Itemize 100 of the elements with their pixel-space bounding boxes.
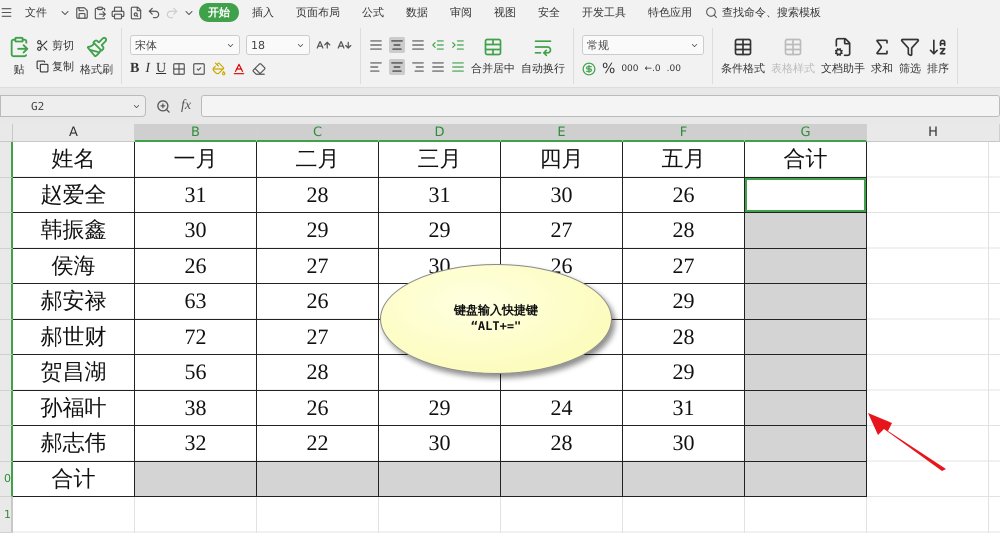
table-cell[interactable]: 26 xyxy=(623,178,745,213)
number-format-button[interactable]: % xyxy=(602,61,616,77)
table-cell[interactable]: 郝安禄 xyxy=(13,284,135,320)
table-cell[interactable] xyxy=(745,355,867,390)
table-cell[interactable]: 合计 xyxy=(745,142,867,178)
table-cell[interactable] xyxy=(745,462,867,497)
row-header[interactable] xyxy=(0,390,13,426)
table-cell[interactable] xyxy=(623,462,745,497)
table-cell[interactable]: 五月 xyxy=(623,142,745,178)
table-cell[interactable] xyxy=(745,284,867,320)
table-cell[interactable]: 孙福叶 xyxy=(13,390,135,426)
column-header[interactable]: A xyxy=(13,124,135,142)
column-header[interactable]: H xyxy=(867,124,1000,142)
table-cell[interactable]: 30 xyxy=(135,213,257,248)
paste-icon[interactable] xyxy=(93,6,107,20)
fill-color-icon[interactable] xyxy=(212,62,226,76)
table-cell[interactable]: 28 xyxy=(257,355,379,390)
bold-button[interactable]: B xyxy=(130,61,140,77)
ribbon-tab[interactable]: 开发工具 xyxy=(573,3,635,22)
print-icon[interactable] xyxy=(111,6,125,20)
table-cell[interactable]: 侯海 xyxy=(13,248,135,284)
table-cell[interactable] xyxy=(135,462,257,497)
ribbon-tab[interactable]: 页面布局 xyxy=(287,3,349,22)
table-cell[interactable] xyxy=(745,213,867,248)
number-format-button[interactable]: 000 xyxy=(621,64,638,74)
justify-icon[interactable] xyxy=(431,60,445,74)
indent-decrease-icon[interactable] xyxy=(431,38,445,52)
table-cell[interactable]: 26 xyxy=(257,390,379,426)
table-cell[interactable]: 姓名 xyxy=(13,142,135,178)
row-header[interactable] xyxy=(0,355,13,390)
table-cell[interactable] xyxy=(745,426,867,462)
table-cell[interactable]: 72 xyxy=(135,320,257,355)
ribbon-tab[interactable]: 插入 xyxy=(243,3,283,22)
table-cell[interactable]: 二月 xyxy=(257,142,379,178)
function-button[interactable]: fx xyxy=(181,98,192,114)
zoom-icon[interactable] xyxy=(156,98,171,114)
align-right-icon[interactable] xyxy=(411,60,425,74)
table-cell[interactable]: 24 xyxy=(501,390,623,426)
cut-button[interactable]: 剪切 xyxy=(36,38,74,53)
distribute-icon[interactable] xyxy=(451,60,465,74)
format-painter-button[interactable]: 格式刷 xyxy=(80,36,113,76)
table-cell[interactable]: 29 xyxy=(257,213,379,248)
table-cell[interactable] xyxy=(501,462,623,497)
number-format-button[interactable]: .00 xyxy=(666,64,681,74)
table-cell[interactable] xyxy=(257,462,379,497)
ribbon-tab[interactable]: 视图 xyxy=(485,3,525,22)
table-cell[interactable]: 29 xyxy=(379,213,501,248)
sum-button[interactable]: 求和 xyxy=(871,36,893,76)
table-cell[interactable]: 29 xyxy=(379,390,501,426)
table-cell[interactable]: 28 xyxy=(257,178,379,213)
table-cell[interactable]: 27 xyxy=(257,320,379,355)
table-cell[interactable]: 27 xyxy=(257,248,379,284)
table-cell[interactable]: 郝志伟 xyxy=(13,426,135,462)
file-menu[interactable]: 文件 xyxy=(17,5,55,20)
table-cell[interactable]: 韩振鑫 xyxy=(13,213,135,248)
merge-center-button[interactable]: 合并居中 xyxy=(471,36,515,76)
table-cell[interactable]: 30 xyxy=(501,178,623,213)
table-cell[interactable] xyxy=(745,320,867,355)
table-cell[interactable]: 31 xyxy=(135,178,257,213)
table-cell[interactable]: 38 xyxy=(135,390,257,426)
align-middle-icon[interactable] xyxy=(389,37,405,53)
conditional-format-button[interactable]: 条件格式 xyxy=(721,36,765,76)
table-cell[interactable]: 三月 xyxy=(379,142,501,178)
ribbon-tab[interactable]: 安全 xyxy=(529,3,569,22)
table-cell[interactable]: 赵爱全 xyxy=(13,178,135,213)
font-color-icon[interactable] xyxy=(232,62,246,76)
table-cell[interactable]: 56 xyxy=(135,355,257,390)
font-select[interactable]: 宋体 xyxy=(130,35,240,55)
document-helper-button[interactable]: 文档助手 xyxy=(821,36,865,76)
italic-button[interactable]: I xyxy=(145,61,150,77)
active-cell[interactable] xyxy=(745,178,867,213)
sort-button[interactable]: 排序 xyxy=(927,36,949,76)
row-header[interactable] xyxy=(0,142,13,178)
formula-field[interactable] xyxy=(201,95,1000,117)
ribbon-tab[interactable]: 特色应用 xyxy=(639,3,701,22)
ribbon-tab[interactable]: 数据 xyxy=(397,3,437,22)
underline-button[interactable]: U xyxy=(156,61,166,77)
cell-style-icon[interactable] xyxy=(192,62,206,76)
menu-icon[interactable] xyxy=(0,6,13,19)
row-header[interactable] xyxy=(0,248,13,284)
row-header[interactable] xyxy=(0,284,13,320)
wrap-text-button[interactable]: 自动换行 xyxy=(521,36,565,76)
align-center-icon[interactable] xyxy=(389,59,405,75)
row-header[interactable] xyxy=(0,320,13,355)
row-header[interactable] xyxy=(0,178,13,213)
eraser-icon[interactable] xyxy=(252,62,266,76)
align-bottom-icon[interactable] xyxy=(411,38,425,52)
row-header[interactable] xyxy=(0,213,13,248)
indent-increase-icon[interactable] xyxy=(451,38,465,52)
table-cell[interactable]: 26 xyxy=(135,248,257,284)
border-icon[interactable] xyxy=(172,62,186,76)
align-left-icon[interactable] xyxy=(369,60,383,74)
print-preview-icon[interactable] xyxy=(129,6,143,20)
copy-button[interactable]: 复制 xyxy=(36,59,74,74)
number-format-select[interactable]: 常规 xyxy=(582,35,704,55)
number-format-button[interactable]: ←.0 xyxy=(644,64,661,74)
font-size-select[interactable]: 18 xyxy=(246,35,310,55)
save-icon[interactable] xyxy=(75,6,89,20)
filter-button[interactable]: 筛选 xyxy=(899,36,921,76)
currency-icon[interactable] xyxy=(582,62,596,76)
